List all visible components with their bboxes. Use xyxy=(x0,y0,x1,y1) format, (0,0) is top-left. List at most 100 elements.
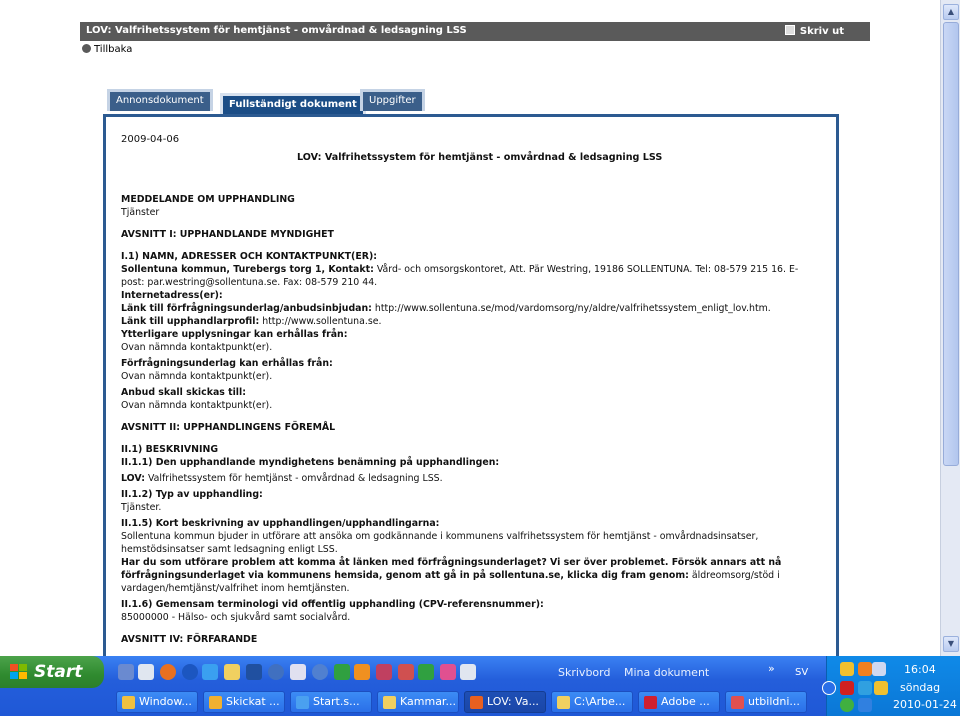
back-arrow-icon xyxy=(82,44,91,53)
submit-label: Anbud skall skickas till: xyxy=(121,387,246,398)
windows-logo-icon xyxy=(10,664,27,679)
scroll-down-icon[interactable]: ▼ xyxy=(943,636,959,652)
taskbar-button[interactable]: utbildni... xyxy=(725,691,807,713)
scroll-thumb[interactable] xyxy=(943,22,959,466)
chevron-right-icon[interactable]: » xyxy=(768,662,775,675)
s2-1-heading: II.1) BESKRIVNING xyxy=(121,444,219,455)
browser-viewport: LOV: Valfrihetssystem för hemtjänst - om… xyxy=(0,0,940,656)
my-documents-toolbar-label[interactable]: Mina dokument xyxy=(624,666,709,679)
task-label: Adobe ... xyxy=(661,695,710,708)
shield-icon[interactable] xyxy=(840,662,854,676)
folder-icon[interactable] xyxy=(224,664,240,680)
tray-expand-icon[interactable] xyxy=(822,681,836,695)
section4-heading: AVSNITT IV: FÖRFARANDE xyxy=(121,634,258,645)
back-link[interactable]: Tillbaka xyxy=(82,44,132,55)
quicklaunch-icon-15[interactable] xyxy=(418,664,434,680)
tab-annonsdokument[interactable]: Annonsdokument xyxy=(107,89,213,111)
task-app-icon xyxy=(557,696,570,709)
print-button[interactable]: Skriv ut xyxy=(784,25,844,37)
contact-org-name: Sollentuna kommun, Turebergs torg 1, Kon… xyxy=(121,264,374,275)
s2-1-2-heading: II.1.2) Typ av upphandling: xyxy=(121,489,263,500)
s2-1-1-heading: II.1.1) Den upphandlande myndighetens be… xyxy=(121,457,500,468)
s2-1-5-note-bold: Har du som utförare problem att komma åt… xyxy=(121,557,782,581)
quicklaunch-icon-13[interactable] xyxy=(376,664,392,680)
task-label: utbildni... xyxy=(748,695,800,708)
outlook-icon[interactable] xyxy=(354,664,370,680)
quicklaunch-icon-1[interactable] xyxy=(118,664,134,680)
tab-label: Fullständigt dokument xyxy=(229,99,357,110)
link-profile-url[interactable]: http://www.sollentuna.se. xyxy=(262,316,381,327)
docs-from-label: Förfrågningsunderlag kan erhållas från: xyxy=(121,358,333,369)
s2-1-5-heading: II.1.5) Kort beskrivning av upphandlinge… xyxy=(121,518,440,529)
task-app-icon xyxy=(644,696,657,709)
tab-uppgifter[interactable]: Uppgifter xyxy=(360,89,425,111)
link-docs-row: Länk till förfrågningsunderlag/anbudsinb… xyxy=(121,302,821,315)
s2-1-2-value: Tjänster. xyxy=(121,502,162,513)
quicklaunch-icon-16[interactable] xyxy=(440,664,456,680)
language-indicator[interactable]: SV xyxy=(795,667,808,678)
taskbar-button[interactable]: C:\Arbe... xyxy=(551,691,633,713)
taskbar-button[interactable]: Window... xyxy=(116,691,198,713)
docs-from-value: Ovan nämnda kontaktpunkt(er). xyxy=(121,371,273,382)
tab-fullstandigt-dokument[interactable]: Fullständigt dokument xyxy=(220,93,366,115)
excel-icon[interactable] xyxy=(334,664,350,680)
scroll-up-icon[interactable]: ▲ xyxy=(943,4,959,20)
network-icon[interactable] xyxy=(872,662,886,676)
print-label: Skriv ut xyxy=(799,26,844,37)
task-app-icon xyxy=(383,696,396,709)
link-docs-url[interactable]: http://www.sollentuna.se/mod/vardomsorg/… xyxy=(375,303,771,314)
quicklaunch-icon-14[interactable] xyxy=(398,664,414,680)
page-header: LOV: Valfrihetssystem för hemtjänst - om… xyxy=(80,22,870,41)
antivirus-icon[interactable] xyxy=(840,681,854,695)
messenger-icon[interactable] xyxy=(858,681,872,695)
task-label: Window... xyxy=(139,695,192,708)
section2-heading: AVSNITT II: UPPHANDLINGENS FÖREMÅL xyxy=(121,422,336,433)
start-button[interactable]: Start xyxy=(0,656,104,688)
clock-date[interactable]: 2010-01-24 xyxy=(893,698,957,711)
quicklaunch-icon-2[interactable] xyxy=(138,664,154,680)
internet-label: Internetadress(er): xyxy=(121,290,223,301)
task-label: Kammar... xyxy=(400,695,456,708)
back-label: Tillbaka xyxy=(94,44,133,55)
task-app-icon xyxy=(122,696,135,709)
quicklaunch-icon-17[interactable] xyxy=(460,664,476,680)
s2-1-5-value: Sollentuna kommun bjuder in utförare att… xyxy=(121,531,759,555)
notice-heading: MEDDELANDE OM UPPHANDLING xyxy=(121,194,295,205)
link-profile-label: Länk till upphandlarprofil: xyxy=(121,316,260,327)
ie-icon[interactable] xyxy=(202,664,218,680)
start-label: Start xyxy=(34,662,83,682)
s2-1-1-value: LOV: Valfrihetssystem för hemtjänst - om… xyxy=(121,472,821,485)
s2-1-5-note: Har du som utförare problem att komma åt… xyxy=(121,556,821,595)
status-icon[interactable] xyxy=(840,698,854,712)
s2-1-1-rest: Valfrihetssystem för hemtjänst - omvårdn… xyxy=(147,473,443,484)
tray-app-icon[interactable] xyxy=(858,662,872,676)
desktop-toolbar-label[interactable]: Skrivbord xyxy=(558,666,610,679)
quicklaunch-icon-9[interactable] xyxy=(290,664,306,680)
taskbar-button[interactable]: Adobe ... xyxy=(638,691,720,713)
quicklaunch-icon-10[interactable] xyxy=(312,664,328,680)
firefox-icon[interactable] xyxy=(160,664,176,680)
task-label: C:\Arbe... xyxy=(574,695,626,708)
visio-icon[interactable] xyxy=(246,664,262,680)
document-body: MEDDELANDE OM UPPHANDLING Tjänster AVSNI… xyxy=(121,193,821,646)
taskbar-button[interactable]: LOV: Va... xyxy=(464,691,546,713)
taskbar-button[interactable]: Kammar... xyxy=(377,691,459,713)
more-info-value: Ovan nämnda kontaktpunkt(er). xyxy=(121,342,273,353)
document-date: 2009-04-06 xyxy=(121,134,180,145)
clock-time[interactable]: 16:04 xyxy=(904,663,936,676)
quicklaunch-icon-8[interactable] xyxy=(268,664,284,680)
star-icon[interactable] xyxy=(858,698,872,712)
s1-1-contact: Sollentuna kommun, Turebergs torg 1, Kon… xyxy=(121,263,821,289)
taskbar-button[interactable]: Skickat ... xyxy=(203,691,285,713)
task-label: LOV: Va... xyxy=(487,695,539,708)
clock-day[interactable]: söndag xyxy=(900,681,940,694)
s2-1-6-heading: II.1.6) Gemensam terminologi vid offentl… xyxy=(121,599,544,610)
s1-1-heading: I.1) NAMN, ADRESSER OCH KONTAKTPUNKT(ER)… xyxy=(121,251,377,262)
link-docs-label: Länk till förfrågningsunderlag/anbudsinb… xyxy=(121,303,372,314)
task-label: Start.s... xyxy=(313,695,360,708)
quicklaunch-icon-4[interactable] xyxy=(182,664,198,680)
taskbar-button[interactable]: Start.s... xyxy=(290,691,372,713)
warning-icon[interactable] xyxy=(874,681,888,695)
vertical-scrollbar[interactable]: ▲ ▼ xyxy=(940,0,960,656)
more-info-label: Ytterligare upplysningar kan erhållas fr… xyxy=(121,329,348,340)
